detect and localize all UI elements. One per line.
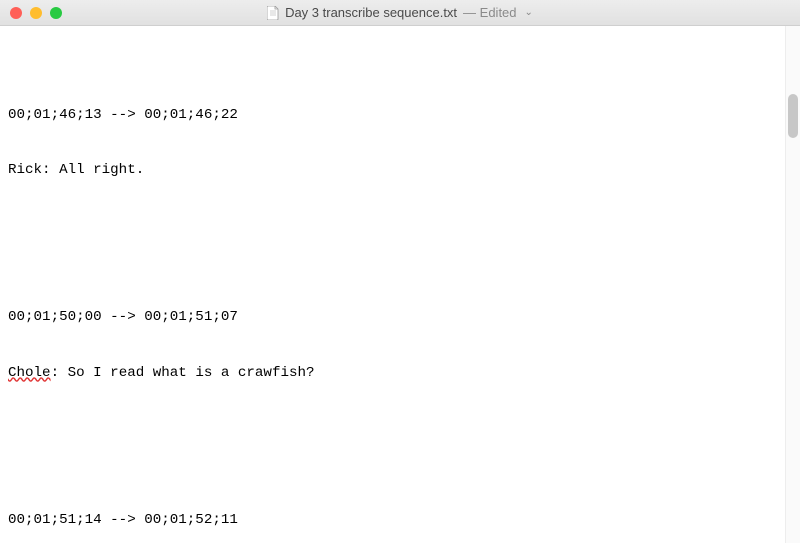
maximize-button[interactable] bbox=[50, 7, 62, 19]
timestamp: 00;01;51;14 --> 00;01;52;11 bbox=[8, 511, 790, 529]
text-editor-content[interactable]: 00;01;46;13 --> 00;01;46;22 Rick: All ri… bbox=[0, 26, 800, 543]
window-title: Day 3 transcribe sequence.txt bbox=[285, 5, 457, 20]
scrollbar-thumb[interactable] bbox=[788, 94, 798, 138]
window-titlebar: Day 3 transcribe sequence.txt — Edited ⌄ bbox=[0, 0, 800, 26]
transcript-text: Chole: So I read what is a crawfish? bbox=[8, 364, 790, 382]
traffic-lights bbox=[10, 7, 62, 19]
transcript-text: Rick: All right. bbox=[8, 161, 790, 179]
transcript-entry: 00;01;51;14 --> 00;01;52;11 What does th… bbox=[8, 474, 790, 543]
spellcheck-error[interactable]: Chole bbox=[8, 365, 51, 381]
window-title-group[interactable]: Day 3 transcribe sequence.txt — Edited ⌄ bbox=[8, 5, 792, 20]
scrollbar-track[interactable] bbox=[785, 26, 800, 543]
transcript-entry: 00;01;50;00 --> 00;01;51;07 Chole: So I … bbox=[8, 271, 790, 419]
minimize-button[interactable] bbox=[30, 7, 42, 19]
chevron-down-icon: ⌄ bbox=[525, 7, 533, 18]
content-wrap: 00;01;46;13 --> 00;01;46;22 Rick: All ri… bbox=[0, 26, 800, 543]
transcript-entry: 00;01;46;13 --> 00;01;46;22 Rick: All ri… bbox=[8, 69, 790, 217]
timestamp: 00;01;50;00 --> 00;01;51;07 bbox=[8, 308, 790, 326]
edited-label: — Edited bbox=[463, 5, 516, 20]
close-button[interactable] bbox=[10, 7, 22, 19]
timestamp: 00;01;46;13 --> 00;01;46;22 bbox=[8, 106, 790, 124]
document-icon bbox=[267, 6, 279, 20]
transcript-text-rest: : So I read what is a crawfish? bbox=[51, 365, 315, 381]
